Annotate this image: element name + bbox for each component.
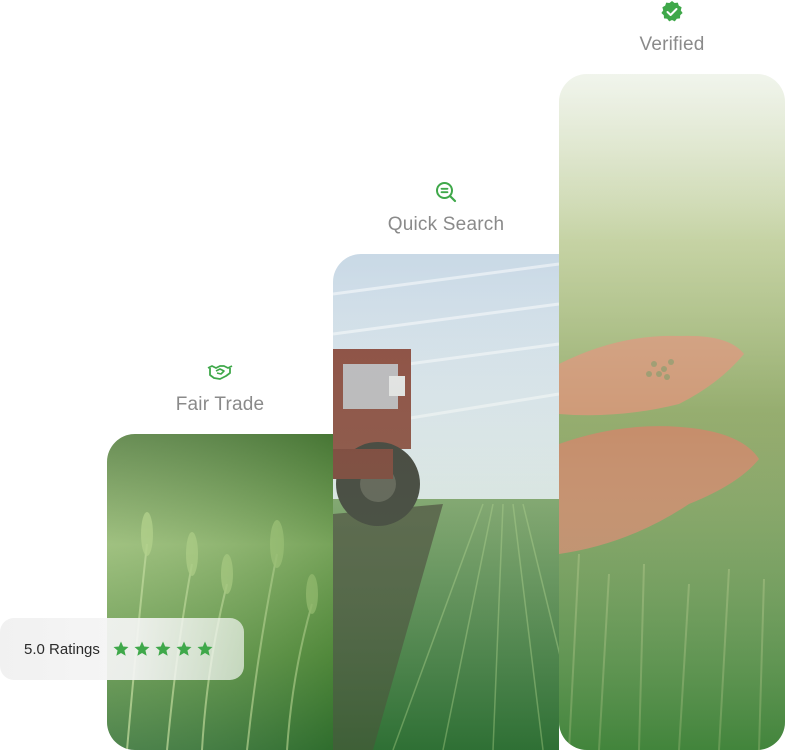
verified-badge-icon [661,1,683,22]
quick-search-image [333,254,559,750]
star-icon [176,641,192,656]
verified-image [559,74,785,750]
feature-label-verified: Verified [639,34,705,55]
rating-stars [112,640,214,658]
rating-card: 5.0 Ratings [0,618,244,680]
star-icon [197,641,213,656]
rating-text: 5.0 Ratings [24,640,100,658]
star-icon [113,641,129,656]
handshake-icon [207,365,233,380]
fair-trade-image [107,434,333,750]
feature-label-quick-search: Quick Search [387,214,505,235]
star-icon [134,641,150,656]
star-icon [155,641,171,656]
search-icon [436,182,457,203]
feature-label-fair-trade: Fair Trade [175,394,265,415]
